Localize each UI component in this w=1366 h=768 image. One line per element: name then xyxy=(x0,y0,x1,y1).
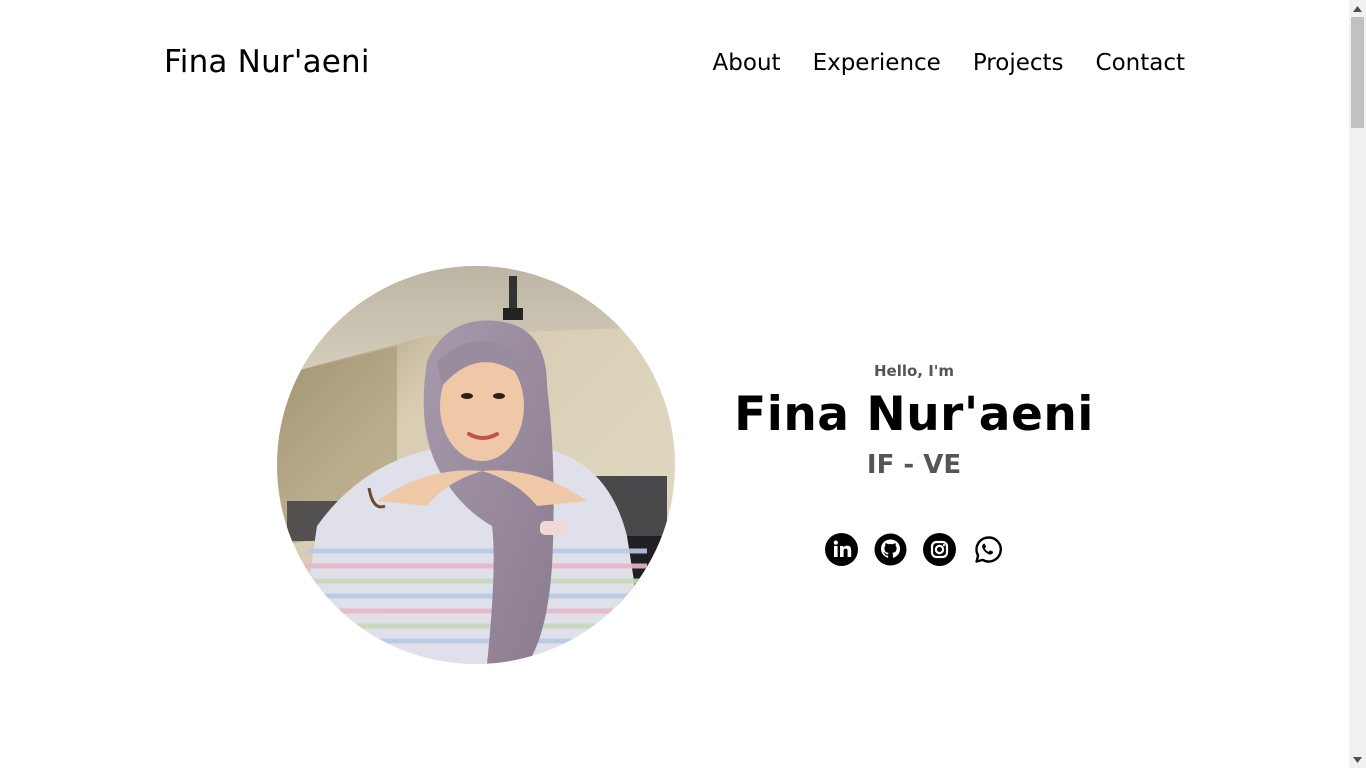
social-links xyxy=(825,533,1005,566)
top-navbar: Fina Nur'aeni About Experience Projects … xyxy=(0,0,1349,130)
page: Fina Nur'aeni About Experience Projects … xyxy=(0,0,1349,768)
nav-link-about[interactable]: About xyxy=(713,50,781,76)
hero-subtitle: IF - VE xyxy=(866,450,962,480)
nav-link-contact[interactable]: Contact xyxy=(1096,50,1185,76)
hero-text: Hello, I'm Fina Nur'aeni IF - VE xyxy=(714,362,1114,480)
scrollbar-thumb[interactable] xyxy=(1351,17,1364,128)
nav-item-contact: Contact xyxy=(1096,50,1185,76)
hero-name: Fina Nur'aeni xyxy=(734,387,1094,442)
whatsapp-icon[interactable] xyxy=(972,533,1005,566)
page-scrollbar[interactable] xyxy=(1349,0,1366,768)
nav-item-experience: Experience xyxy=(813,50,941,76)
scroll-up-arrow-icon[interactable] xyxy=(1349,0,1366,17)
github-icon[interactable] xyxy=(874,533,907,566)
instagram-icon[interactable] xyxy=(923,533,956,566)
profile-photo xyxy=(277,266,675,664)
greeting-text: Hello, I'm xyxy=(873,362,955,380)
linkedin-icon[interactable] xyxy=(825,533,858,566)
nav-link-experience[interactable]: Experience xyxy=(813,50,941,76)
scroll-down-arrow-icon[interactable] xyxy=(1349,751,1366,768)
nav-link-projects[interactable]: Projects xyxy=(973,50,1064,76)
nav-item-projects: Projects xyxy=(973,50,1064,76)
site-logo[interactable]: Fina Nur'aeni xyxy=(164,44,370,80)
nav-links: About Experience Projects Contact xyxy=(713,50,1185,76)
nav-item-about: About xyxy=(713,50,781,76)
